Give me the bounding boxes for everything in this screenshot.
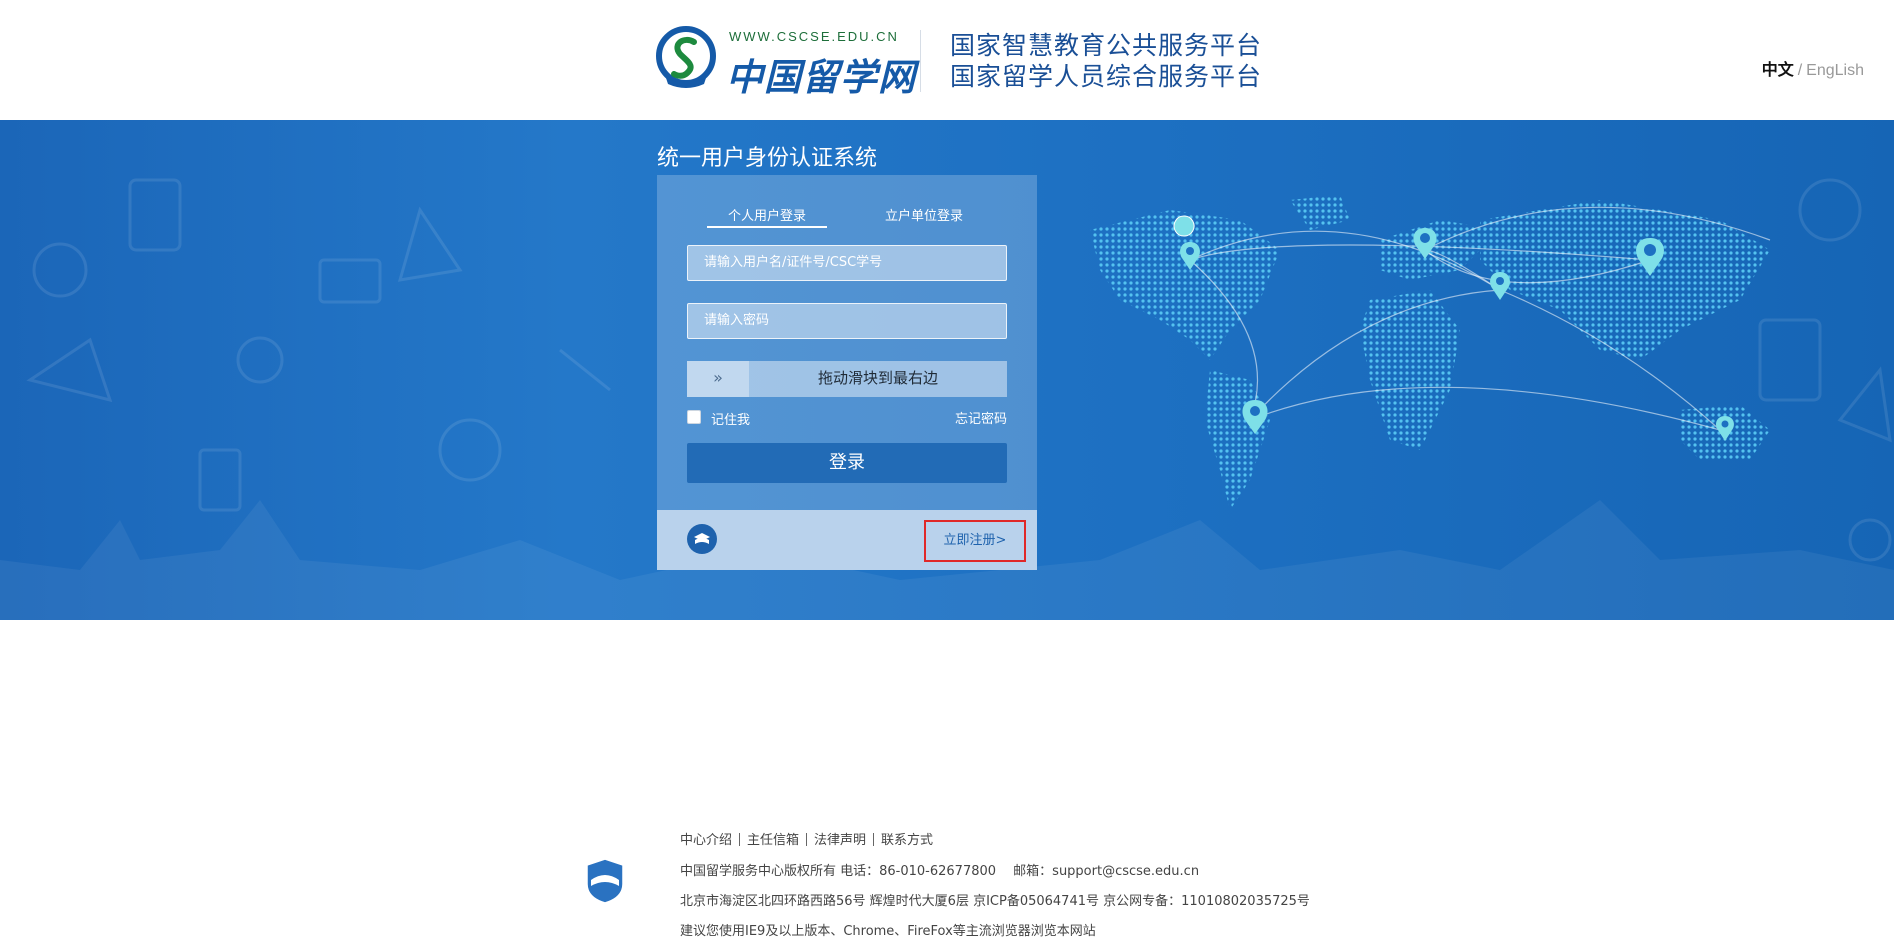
forgot-password-link[interactable]: 忘记密码: [955, 408, 1007, 427]
cscse-logo-icon: [656, 26, 716, 88]
platform-line-1: 国家智慧教育公共服务平台: [950, 31, 1263, 60]
remember-me-checkbox[interactable]: [687, 410, 701, 424]
footer-link-contact[interactable]: 联系方式: [881, 833, 933, 848]
slider-captcha: » 拖动滑块到最右边: [687, 361, 1007, 397]
password-input[interactable]: 请输入密码: [687, 303, 1007, 339]
logo-url-text: WWW.CSCSE.EDU.CN: [729, 29, 899, 44]
footer-link-about[interactable]: 中心介绍: [680, 833, 732, 848]
slider-handle[interactable]: »: [687, 361, 749, 397]
slider-instruction: 拖动滑块到最右边: [817, 369, 938, 387]
platform-line-2: 国家留学人员综合服务平台: [950, 62, 1263, 91]
lang-chinese-link[interactable]: 中文: [1762, 62, 1794, 79]
login-button[interactable]: 登录: [687, 443, 1007, 483]
book-icon: [687, 524, 717, 554]
logo-name-text: 中国留学网: [726, 55, 916, 99]
tab-organization-login[interactable]: 立户单位登录: [885, 205, 963, 224]
footer-link-divider: [806, 833, 808, 846]
footer-address: 北京市海淀区北四环路西路56号 辉煌时代大厦6层 京ICP备05064741号 …: [680, 894, 1310, 909]
footer-links: 中心介绍 主任信箱 法律声明 联系方式: [680, 829, 933, 848]
login-panel: 个人用户登录 立户单位登录 请输入用户名/证件号/CSC学号 请输入密码 » 拖…: [657, 175, 1037, 510]
footer-link-divider: [873, 833, 875, 846]
username-input[interactable]: 请输入用户名/证件号/CSC学号: [687, 245, 1007, 281]
system-title: 统一用户身份认证系统: [657, 146, 878, 171]
public-institution-badge-icon: [586, 858, 624, 904]
lang-english-link[interactable]: EngLish: [1806, 62, 1864, 79]
footer-link-director-mailbox[interactable]: 主任信箱: [747, 833, 799, 848]
footer-copyright: 中国留学服务中心版权所有 电话：86-010-62677800 邮箱：suppo…: [680, 864, 1200, 879]
language-switch: 中文 / EngLish: [1762, 56, 1864, 80]
remember-me-label[interactable]: 记住我: [711, 409, 750, 428]
footer-link-divider: [739, 833, 741, 846]
platform-title: 国家智慧教育公共服务平台 国家留学人员综合服务平台: [950, 30, 1262, 92]
login-panel-footer: 立即注册>: [657, 510, 1037, 570]
register-link[interactable]: 立即注册>: [924, 520, 1026, 562]
footer-browser-note: 建议您使用IE9及以上版本、Chrome、FireFox等主流浏览器浏览本网站: [680, 924, 1096, 939]
cscse-logo[interactable]: WWW.CSCSE.EDU.CN 中国留学网: [656, 26, 915, 99]
tab-personal-login[interactable]: 个人用户登录: [707, 205, 827, 228]
header-divider: [920, 30, 921, 92]
login-tabs: 个人用户登录 立户单位登录: [657, 205, 1037, 231]
lang-separator: /: [1797, 62, 1803, 79]
top-header: WWW.CSCSE.EDU.CN 中国留学网 国家智慧教育公共服务平台 国家留学…: [0, 0, 1894, 120]
footer-link-legal[interactable]: 法律声明: [814, 833, 866, 848]
world-map-graphic: [1090, 195, 1771, 510]
